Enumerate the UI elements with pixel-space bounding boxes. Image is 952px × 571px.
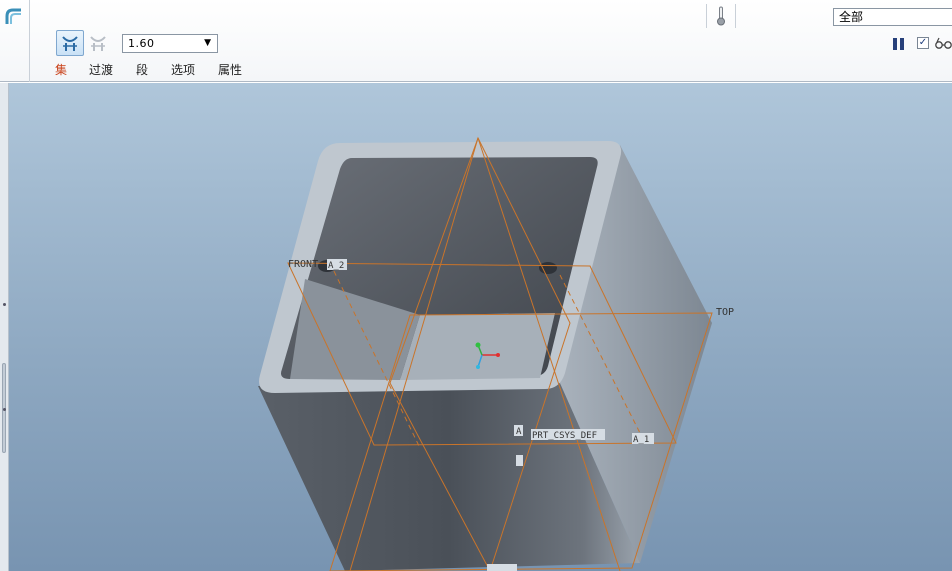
right-plane-label-box [487, 564, 517, 571]
variable-round-icon [90, 36, 106, 51]
graphics-viewport[interactable]: A PRT_CSYS_DEF FRONT A_2 TOP A_1 [0, 83, 952, 571]
csys-label[interactable]: PRT_CSYS_DEF [532, 431, 597, 441]
selection-filter-value: 全部 [839, 10, 864, 24]
hole-right [539, 262, 557, 274]
glasses-preview-icon[interactable] [935, 36, 952, 50]
tab-pieces[interactable]: 段 [136, 61, 148, 78]
tab-options[interactable]: 选项 [171, 61, 195, 78]
round-tool-icon[interactable] [5, 8, 23, 26]
preview-checkbox[interactable]: ✓ [917, 37, 929, 49]
thermometer-button[interactable] [706, 4, 736, 28]
radius-dropdown[interactable]: 1.60 ▼ [122, 34, 218, 53]
tab-sets[interactable]: 集 [55, 61, 67, 78]
constant-round-button[interactable] [56, 30, 84, 56]
pause-icon-bar [900, 38, 904, 50]
tab-transitions[interactable]: 过渡 [89, 61, 113, 78]
chevron-down-icon[interactable]: ▼ [204, 35, 211, 52]
tab-properties[interactable]: 属性 [218, 61, 242, 78]
selection-filter-dropdown[interactable]: 全部 [833, 8, 952, 26]
left-dock-rail [0, 83, 9, 571]
axis-a2-label[interactable]: A_2 [328, 261, 344, 271]
thermometer-icon [717, 6, 725, 26]
constant-round-icon [62, 36, 78, 51]
pause-button[interactable] [893, 38, 905, 50]
ribbon-left-panel [0, 0, 30, 82]
variable-round-button[interactable] [86, 30, 110, 56]
ribbon: 1.60 ▼ 集 过渡 段 选项 属性 全部 ✓ [0, 0, 952, 82]
axis-a1-label[interactable]: A_1 [633, 435, 649, 445]
model-view: A PRT_CSYS_DEF FRONT A_2 TOP A_1 [258, 136, 734, 571]
top-plane-label[interactable]: TOP [716, 307, 734, 318]
csys-marker-box [516, 455, 523, 466]
front-plane-label[interactable]: FRONT [288, 259, 318, 270]
a-marker-label[interactable]: A [516, 427, 522, 437]
rail-grip-dot [3, 408, 6, 411]
pause-icon [893, 38, 897, 50]
rail-grip-dot [3, 303, 6, 306]
radius-value: 1.60 [128, 37, 155, 50]
